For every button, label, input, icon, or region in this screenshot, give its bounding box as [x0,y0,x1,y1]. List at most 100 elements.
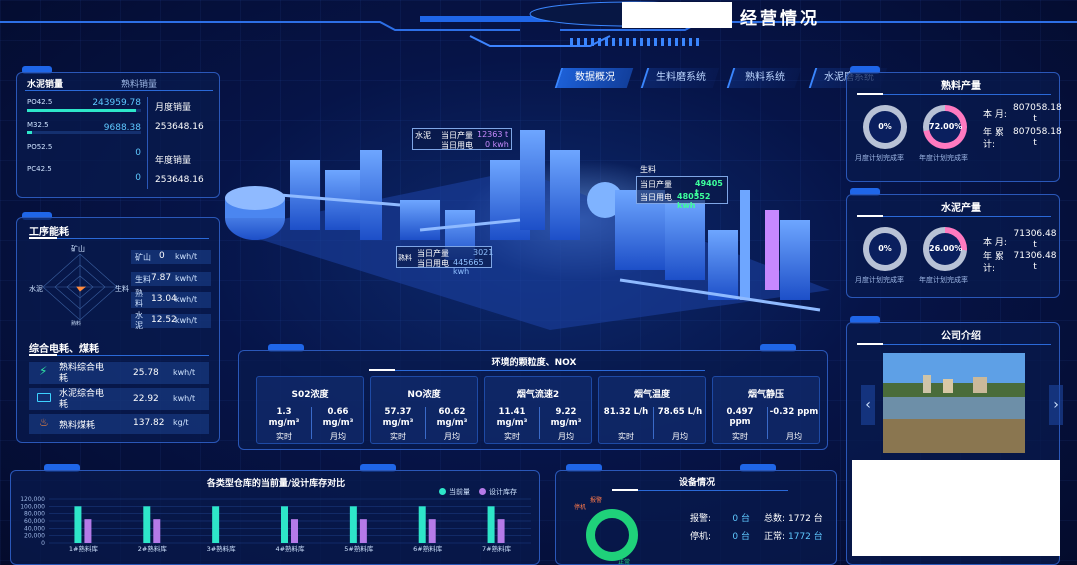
energy-row-3-name: 熟料 [135,289,143,308]
carousel-prev-button[interactable]: ‹ [861,385,875,425]
company-info-overlay [852,460,1060,556]
ring-label-alarm: 报警 [590,497,603,504]
energy-row-4-unit: kwh/t [175,316,198,325]
bar-design [84,519,92,543]
power-coal-underline [29,354,57,356]
raw-meal-label: 生料 [640,165,656,174]
env-cell-separator [539,407,540,439]
x-tick-label: 4#熟料库 [275,544,305,553]
env-title: 环境的颗粒度、NOX [491,358,577,368]
tab-data-overview[interactable]: 数据概况 [554,68,634,88]
bar-design [497,519,505,543]
company-divider [883,344,1051,345]
bar-current [281,506,288,543]
env-cell-monthly-label: 月均 [672,432,688,441]
sales-row-4-value: 0 [135,173,141,183]
equipment-title: 设备情况 [678,478,715,488]
env-cell-monthly-value: 60.62 [438,407,466,417]
clinker-output-divider [883,94,1051,95]
env-divider [395,370,705,371]
energy-row-1-unit: kwh/t [175,252,198,261]
power-row-1-name: 熟料综合电耗 [59,363,105,384]
y-tick-label: 120,000 [20,496,45,503]
energy-row-2-name: 生料 [135,275,151,284]
radar-axis-bottom: 熟料 [71,321,82,327]
flame-icon: ♨ [39,416,49,429]
cement-year-label: 年 累 计: [983,252,1004,274]
sales-row-1-name: PO42.5 [27,98,53,106]
energy-row-4-value: 12.52 [151,315,177,325]
tab-clinker-system[interactable]: 熟料系统 [726,68,802,88]
power-row-2-unit: kwh/t [173,394,196,403]
header-dots [570,38,700,46]
env-cell-name: 烟气流速2 [516,390,560,400]
alarm-label: 报警: [690,514,712,524]
page-title: 经营情况 [740,9,820,29]
env-cell-monthly-label: 月均 [444,432,460,441]
sales-row-1-value: 243959.78 [92,98,141,108]
cement-power-label: 当日用电 [441,141,473,150]
bar-current [487,506,495,543]
raw-power-value: 480552 kwh [677,192,711,210]
env-cell-realtime-label: 实时 [276,432,292,441]
clinker-year-caption: 年度计划完成率 [919,154,968,162]
clinker-month-label: 本 月: [983,110,1007,120]
power-row-3-value: 137.82 [133,418,165,428]
env-cell-separator [653,407,654,439]
carousel-next-button[interactable]: › [1049,385,1063,425]
tab-raw-mill[interactable]: 生料磨系统 [640,68,720,88]
company-title: 公司介绍 [941,331,981,342]
sales-row-4-name: PC42.5 [27,165,52,173]
env-cell-monthly-value: 78.65 L/h [657,407,703,417]
y-tick-label: 20,000 [24,533,45,540]
tab-cement-sales[interactable]: 水泥销量 [27,77,63,90]
clinker-month-value: 807058.18 t [1013,103,1062,124]
clinker-month-ring: 0% [863,105,907,149]
env-cell: S02浓度 1.3 mg/m³ 实时 0.66 mg/m³ 月均 [256,376,364,444]
env-cell-realtime-label: 实时 [390,432,406,441]
yearly-sales-label: 年度销量 [155,156,192,166]
env-underline [369,369,395,371]
energy-row-2-unit: kwh/t [175,274,198,283]
company-underline [857,343,883,345]
cement-output-panel: 水泥产量 0% 26.00% 月度计划完成率 年度计划完成率 本 月: 7130… [846,194,1060,298]
cement-prod-value: 12363 t [477,130,509,139]
env-cell-separator [767,407,768,439]
power-row-2: 水泥综合电耗 22.92 kwh/t [29,388,209,410]
env-cell-separator [311,407,312,439]
env-cell-monthly-value: -0.32 ppm [769,407,819,417]
process-energy-title: 工序能耗 [29,227,69,238]
env-cell-separator [425,407,426,439]
sales-row-2-bar [27,131,32,134]
x-tick-label: 1#熟料库 [69,544,99,553]
process-energy-divider [57,238,209,239]
cement-output-underline [857,215,883,217]
normal-value: 1772 台 [788,532,823,542]
cement-year-caption: 年度计划完成率 [919,276,968,284]
cement-month-label: 本 月: [983,238,1007,248]
power-coal-divider [57,355,209,356]
y-tick-label: 0 [41,540,45,547]
power-row-1-value: 25.78 [133,368,159,378]
energy-panel: 工序能耗 矿山 生料 熟料 水泥 矿山 0 kwh/t 生料 7.87 kwh/… [16,217,220,443]
power-row-3-unit: kg/t [173,418,189,427]
ring-label-normal: 正常 [618,559,631,565]
cement-month-ring: 0% [863,227,907,271]
cement-label-box: 水泥 当日产量 12363 t 当日用电 0 kwh [412,128,512,150]
clinker-output-underline [857,93,883,95]
sales-row-2-bar-track [27,131,141,134]
bar-design [153,519,161,543]
sales-row-1-bar [27,109,137,112]
tab-clinker-sales[interactable]: 熟料销量 [121,77,157,90]
x-tick-label: 5#熟料库 [344,544,374,553]
bar-current [143,506,151,543]
env-cell-name: 烟气静压 [747,390,784,400]
sales-divider [25,90,213,91]
bar-current [349,506,357,543]
env-cell-monthly-label: 月均 [558,432,574,441]
env-cell-monthly-unit: mg/m³ [436,418,468,428]
env-cell-realtime-unit: mg/m³ [268,418,300,428]
raw-power-label: 当日用电 [640,193,672,202]
cement-month-caption: 月度计划完成率 [855,276,904,284]
lightning-icon: ⚡ [39,364,48,378]
